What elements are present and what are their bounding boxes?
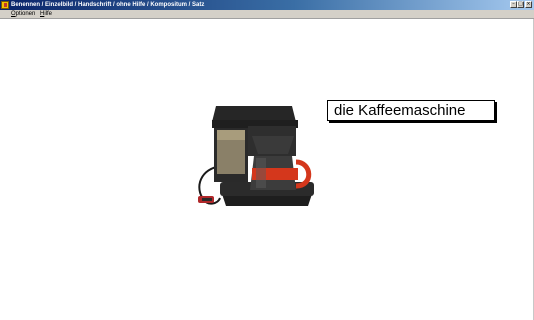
app-icon[interactable] bbox=[1, 1, 9, 9]
coffee-machine-image bbox=[198, 106, 314, 206]
minimize-icon: – bbox=[512, 1, 515, 7]
menu-hilfe[interactable]: Hilfe bbox=[40, 10, 52, 19]
menu-bar: Optionen Hilfe bbox=[0, 10, 534, 19]
maximize-button[interactable]: □ bbox=[517, 1, 524, 8]
close-button[interactable]: × bbox=[525, 1, 532, 8]
maximize-icon: □ bbox=[518, 1, 523, 7]
window-title: Benennen / Einzelbild / Handschrift / oh… bbox=[11, 2, 205, 8]
application-window: Benennen / Einzelbild / Handschrift / oh… bbox=[0, 0, 534, 320]
close-icon: × bbox=[526, 1, 531, 7]
minimize-button[interactable]: – bbox=[510, 1, 517, 8]
menu-optionen[interactable]: Optionen bbox=[11, 10, 35, 19]
word-label: die Kaffeemaschine bbox=[327, 100, 495, 121]
title-bar[interactable]: Benennen / Einzelbild / Handschrift / oh… bbox=[0, 0, 534, 10]
